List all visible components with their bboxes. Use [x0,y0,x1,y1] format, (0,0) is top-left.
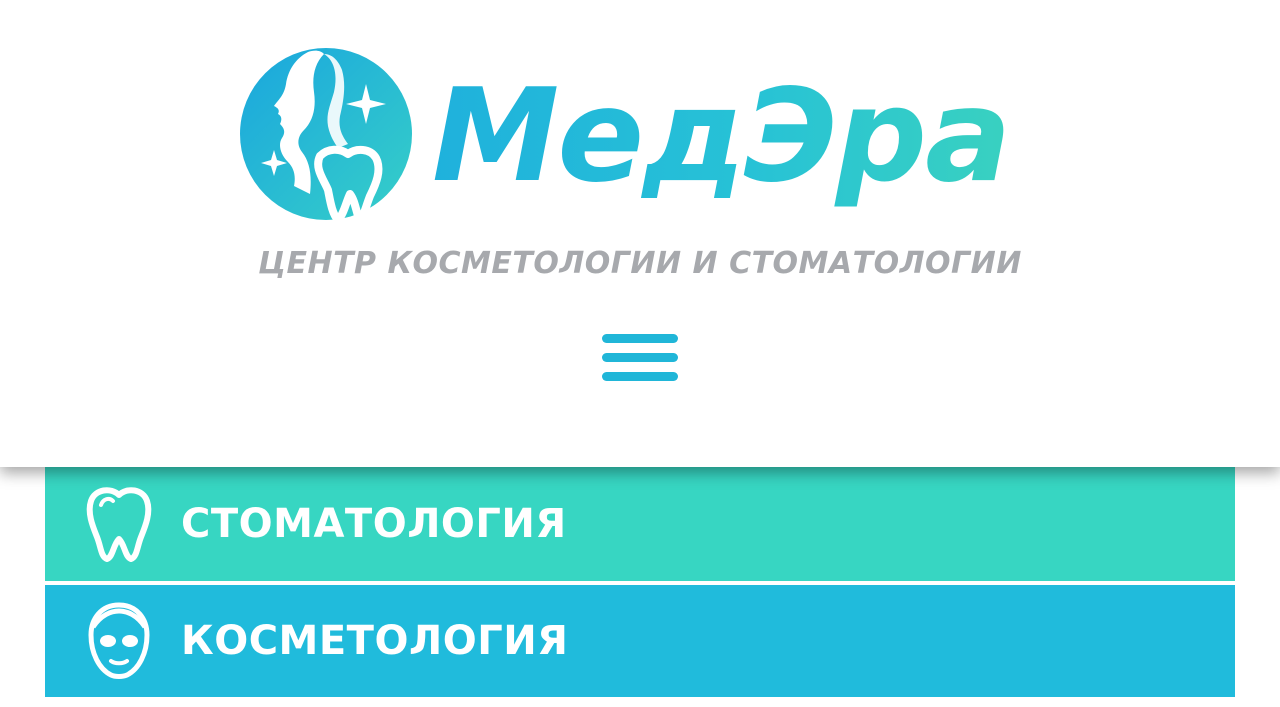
nav-item-cosmetology[interactable]: КОСМЕТОЛОГИЯ [45,585,1235,697]
nav-item-label: СТОМАТОЛОГИЯ [181,501,567,547]
tagline: ЦЕНТР КОСМЕТОЛОГИИ И СТОМАТОЛОГИИ [258,246,1022,281]
logo-link[interactable]: МедЭра [0,0,1280,230]
site-header: МедЭра ЦЕНТР КОСМЕТОЛОГИИ И СТОМАТОЛОГИИ [0,0,1280,467]
nav-item-dentistry[interactable]: СТОМАТОЛОГИЯ [45,467,1235,581]
burger-line [602,353,678,362]
burger-line [602,372,678,381]
brand-name: МедЭра [432,62,1011,211]
burger-line [602,334,678,343]
face-mask-icon [88,602,150,679]
logo-emblem-icon [240,48,412,224]
nav-item-label: КОСМЕТОЛОГИЯ [181,618,569,664]
tooth-icon [86,487,152,562]
hamburger-menu-icon[interactable] [602,332,678,386]
